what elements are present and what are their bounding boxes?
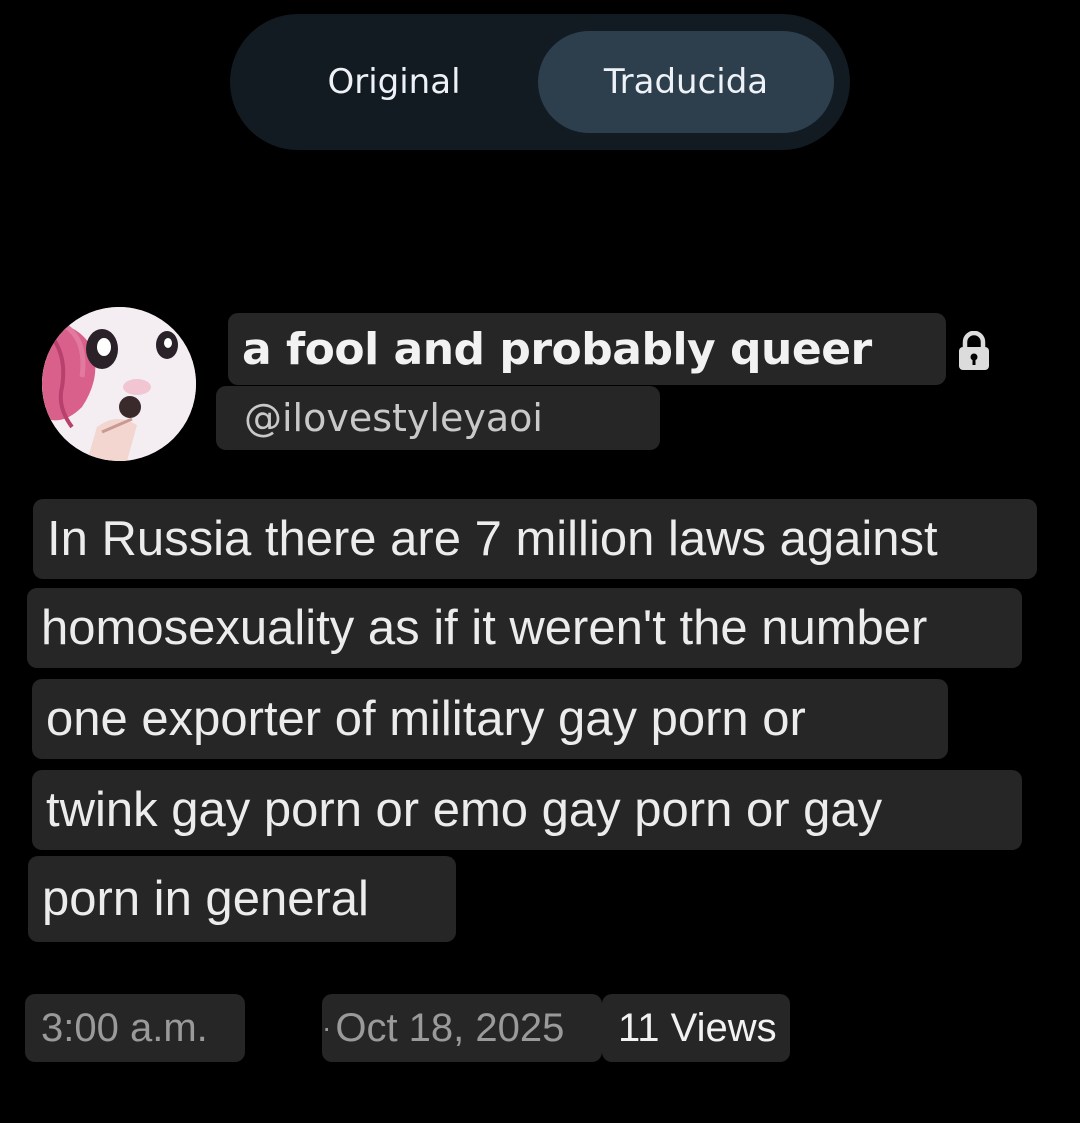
post-time: 3:00 a.m. <box>25 994 245 1062</box>
post-text-line: twink gay porn or emo gay porn or gay <box>32 770 1022 850</box>
translation-toggle: Original Traducida <box>230 14 850 150</box>
display-name[interactable]: a fool and probably queer <box>228 313 946 385</box>
translated-tab[interactable]: Traducida <box>538 31 834 133</box>
original-tab[interactable]: Original <box>270 31 518 133</box>
avatar-image <box>42 307 196 461</box>
post-text-line: In Russia there are 7 million laws again… <box>33 499 1037 579</box>
post-date: · Oct 18, 2025 <box>322 994 602 1062</box>
post-date-text: Oct 18, 2025 <box>335 1005 565 1050</box>
post-text-line: one exporter of military gay porn or <box>32 679 948 759</box>
post-text-line: homosexuality as if it weren't the numbe… <box>27 588 1022 668</box>
user-handle[interactable]: @ilovestyleyaoi <box>216 386 660 450</box>
lock-icon <box>959 331 989 370</box>
post-text-line: porn in general <box>28 856 456 942</box>
view-count[interactable]: 11 Views <box>602 994 790 1062</box>
separator-dot: · <box>322 1012 332 1043</box>
avatar[interactable] <box>42 307 196 461</box>
